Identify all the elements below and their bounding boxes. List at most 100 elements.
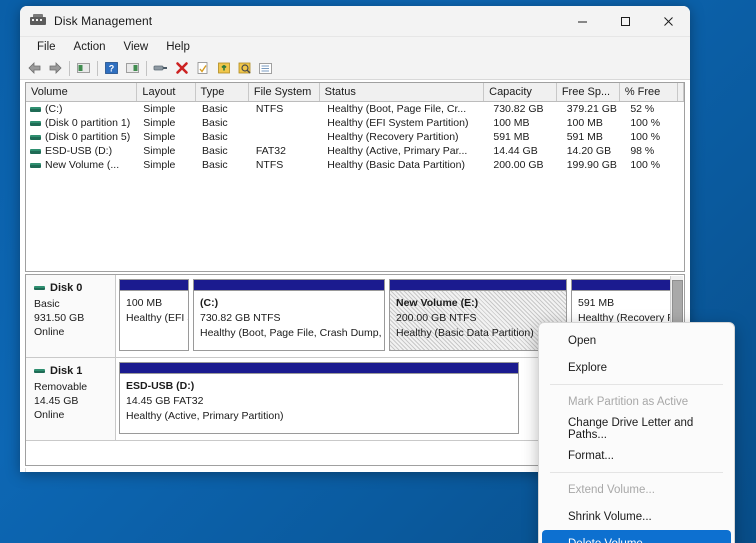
cell-volume-label: (C:) (45, 103, 63, 115)
legend-item-unallocated: Unallocated (33, 471, 103, 472)
cell-file-system: FAT32 (255, 145, 286, 157)
partition-details: ESD-USB (D:) 14.45 GB FAT32 Healthy (Activ… (120, 374, 518, 433)
cell-type: Basic (202, 159, 228, 171)
menu-bar: File Action View Help (20, 37, 690, 57)
properties-icon[interactable] (150, 58, 171, 78)
cell-percent-free: 98 % (630, 145, 655, 157)
cell-type: Basic (202, 145, 228, 157)
context-menu-item-delete-volume[interactable]: Delete Volume... (542, 530, 731, 543)
cell-free-space: 100 MB (566, 117, 603, 129)
column-header-free-space[interactable]: Free Sp... (557, 83, 620, 101)
back-icon[interactable] (24, 58, 45, 78)
cell-file-system: NTFS (255, 159, 284, 171)
context-menu-item-shrink-volume[interactable]: Shrink Volume... (542, 503, 731, 530)
cell-percent-free: 52 % (630, 103, 655, 115)
partition-color-bar (194, 280, 384, 291)
cell-volume-label: (Disk 0 partition 1) (45, 117, 131, 129)
cell-type: Basic (202, 131, 228, 143)
disk-management-icon (30, 13, 46, 29)
cell-layout: Simple (143, 159, 176, 171)
title-bar[interactable]: Disk Management (20, 6, 690, 37)
help-icon[interactable]: ? (101, 58, 122, 78)
cell-layout: Simple (143, 131, 176, 143)
partition-color-bar (120, 280, 188, 291)
cell-capacity: 730.82 GB (493, 103, 544, 115)
partition-color-bar (120, 363, 518, 374)
menu-item-view[interactable]: View (115, 39, 158, 55)
table-row[interactable]: (C:) Simple Basic NTFS Healthy (Boot, Page F… (26, 102, 684, 116)
disk-info-panel[interactable]: Disk 0 Basic 931.50 GB Online (26, 275, 116, 357)
column-header-file-system[interactable]: File System (249, 83, 320, 101)
context-menu-item-explore[interactable]: Explore (542, 354, 731, 381)
volume-icon (30, 134, 41, 140)
up-one-level-icon[interactable] (73, 58, 94, 78)
column-header-percent-free[interactable]: % Free (620, 83, 679, 101)
cell-volume-label: ESD-USB (D:) (45, 145, 113, 157)
disk-title: Disk 1 (34, 365, 115, 377)
column-header-capacity[interactable]: Capacity (484, 83, 557, 101)
cell-status: Healthy (Basic Data Partition) (327, 159, 465, 171)
close-button[interactable] (647, 6, 690, 37)
cell-percent-free: 100 % (630, 117, 661, 129)
column-header-volume[interactable]: Volume (26, 83, 138, 101)
disk-icon (34, 286, 45, 290)
disk-type: Basic (34, 298, 60, 310)
cell-status: Healthy (EFI System Partition) (327, 117, 469, 129)
cell-type: Basic (202, 117, 228, 129)
table-row[interactable]: (Disk 0 partition 1) Simple Basic Healthy (… (26, 116, 684, 130)
partition-status: Healthy (Active, Primary Partition) (126, 410, 284, 422)
show-hide-action-pane-icon[interactable] (255, 58, 276, 78)
delete-icon[interactable] (171, 58, 192, 78)
column-header-type[interactable]: Type (196, 83, 249, 101)
maximize-button[interactable] (604, 6, 647, 37)
menu-item-help[interactable]: Help (157, 39, 199, 55)
disk-icon (34, 369, 45, 373)
column-header-layout[interactable]: Layout (137, 83, 196, 101)
toolbar-separator (146, 60, 147, 76)
search-disk-icon[interactable] (234, 58, 255, 78)
disk-type: Removable (34, 381, 88, 393)
disk-info-panel[interactable]: Disk 1 Removable 14.45 GB Online (26, 358, 116, 440)
table-row[interactable]: (Disk 0 partition 5) Simple Basic Healthy (… (26, 130, 684, 144)
partition-size: 591 MB (578, 297, 615, 309)
partition-block[interactable]: (C:) 730.82 GB NTFS Healthy (Boot, Page Fi… (193, 279, 385, 351)
partition-block[interactable]: ESD-USB (D:) 14.45 GB FAT32 Healthy (Activ… (119, 362, 519, 434)
disk-title: Disk 0 (34, 282, 115, 294)
context-menu-separator (550, 472, 723, 473)
column-header-status[interactable]: Status (320, 83, 485, 101)
volume-icon (30, 120, 41, 126)
cell-free-space: 379.21 GB (566, 103, 617, 115)
cell-capacity: 200.00 GB (493, 159, 544, 171)
minimize-button[interactable] (561, 6, 604, 37)
cell-capacity: 14.44 GB (493, 145, 538, 157)
menu-item-action[interactable]: Action (65, 39, 115, 55)
column-header-filler (678, 83, 684, 101)
context-menu-item-extend-volume: Extend Volume... (568, 483, 655, 496)
context-menu-item-open[interactable]: Open (542, 327, 731, 354)
rescan-disks-icon[interactable] (213, 58, 234, 78)
show-hide-console-tree-icon[interactable] (122, 58, 143, 78)
partition-status: Healthy (Basic Data Partition) (396, 327, 534, 339)
menu-item-file[interactable]: File (28, 39, 65, 55)
toolbar-separator (97, 60, 98, 76)
context-menu-item-mark-partition-as-active: Mark Partition as Active (568, 395, 689, 408)
legend-label-primary-partition: Primary partition (125, 471, 201, 472)
context-menu-item-change-drive-letter-and-paths[interactable]: Change Drive Letter and Paths... (542, 415, 731, 442)
cell-free-space: 14.20 GB (566, 145, 612, 157)
table-row[interactable]: ESD-USB (D:) Simple Basic FAT32 Healthy (Act… (26, 144, 684, 158)
partition-details: (C:) 730.82 GB NTFS Healthy (Boot, Page Fi… (194, 291, 384, 350)
cell-layout: Simple (143, 103, 176, 115)
volume-icon (30, 106, 41, 112)
cell-volume: (Disk 0 partition 5) (26, 131, 138, 143)
window-title: Disk Management (54, 14, 153, 28)
cell-capacity: 591 MB (493, 131, 530, 143)
disk-state: Online (34, 326, 65, 338)
cell-layout: Simple (143, 145, 176, 157)
context-menu-item-format[interactable]: Format... (542, 442, 731, 469)
volume-list-header: Volume Layout Type File System Status Ca… (26, 83, 684, 102)
table-row[interactable]: New Volume (... Simple Basic NTFS Healthy (B… (26, 158, 684, 172)
refresh-icon[interactable] (192, 58, 213, 78)
forward-icon[interactable] (45, 58, 66, 78)
partition-block[interactable]: 100 MB Healthy (EFI S (119, 279, 189, 351)
volume-icon (30, 162, 41, 168)
